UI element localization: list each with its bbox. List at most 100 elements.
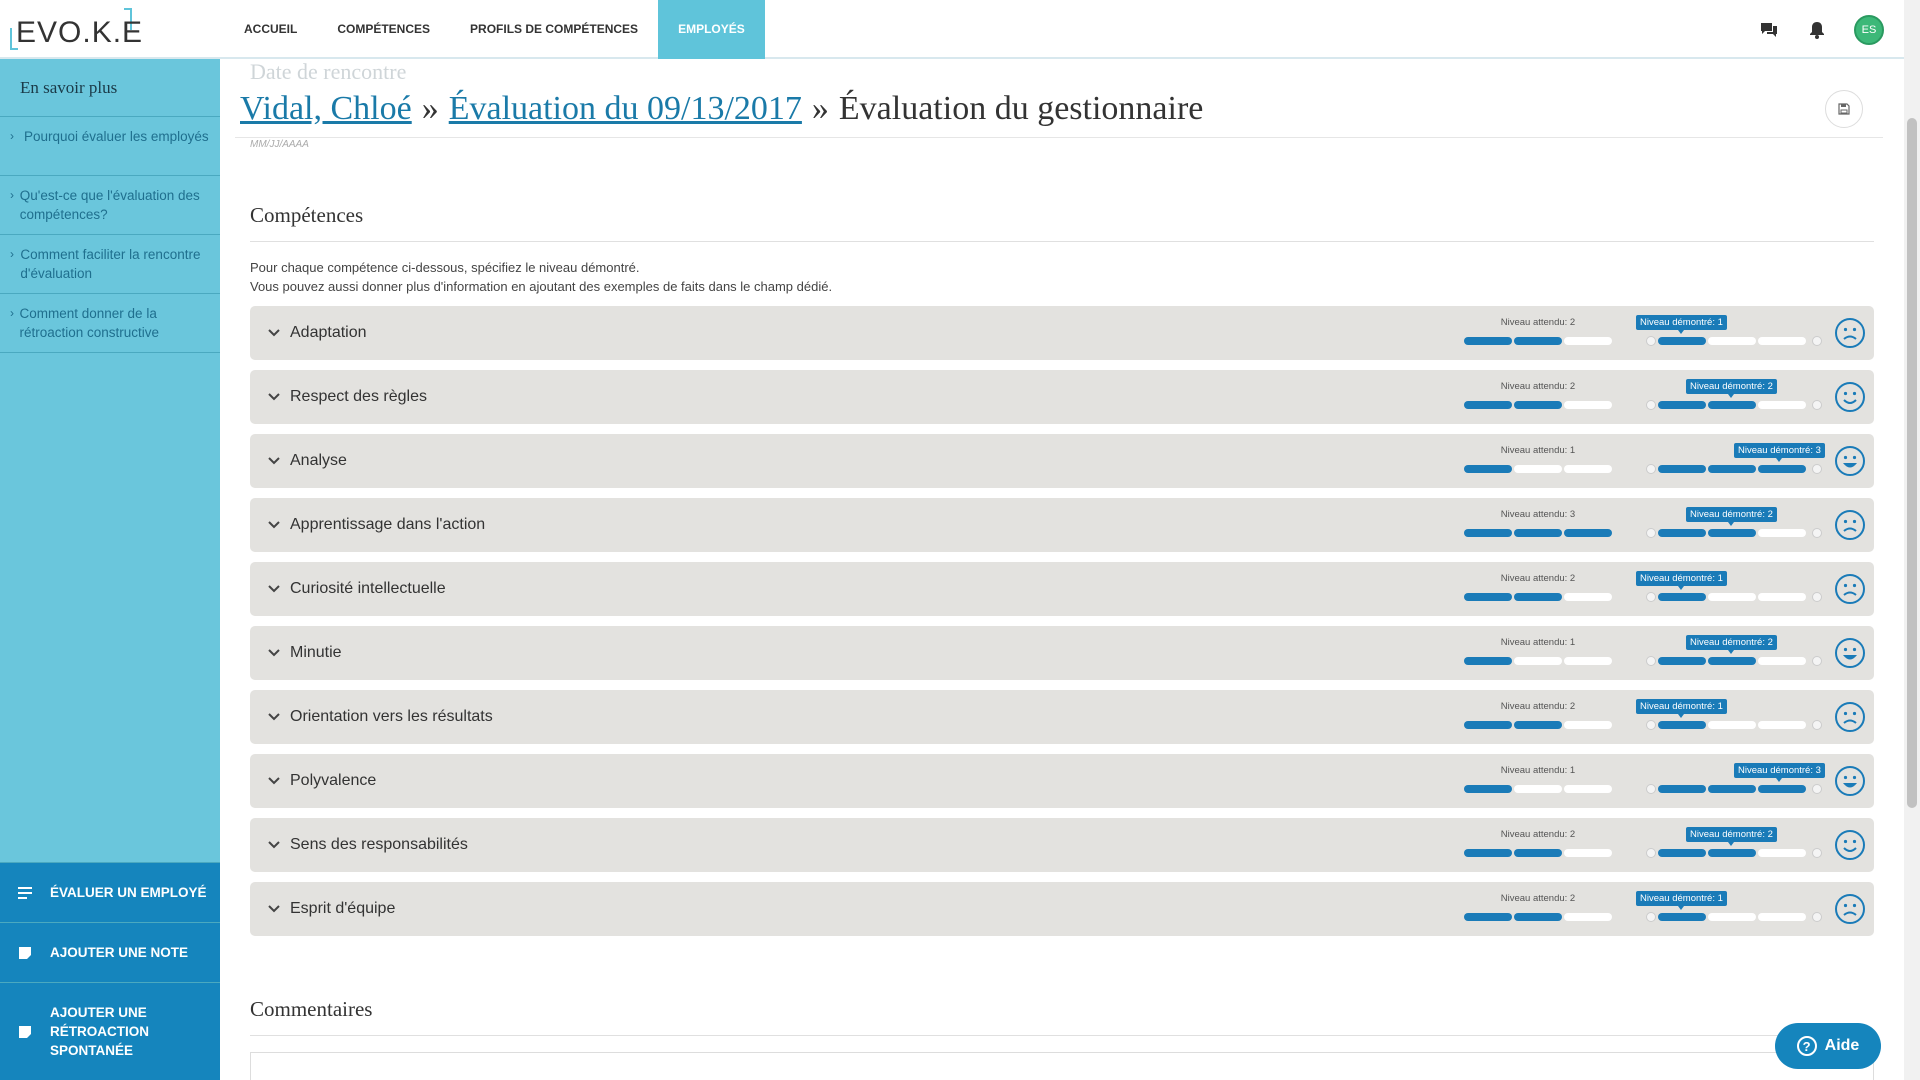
- chevron-down-icon[interactable]: [268, 387, 280, 407]
- demonstrated-level-slider[interactable]: Niveau démontré: 1: [1636, 690, 1826, 744]
- slider-max-dot[interactable]: [1812, 784, 1822, 794]
- comments-textarea[interactable]: [250, 1052, 1874, 1080]
- demonstrated-level-bar[interactable]: [1758, 721, 1806, 729]
- demonstrated-level-slider[interactable]: Niveau démontré: 1: [1636, 882, 1826, 936]
- slider-max-dot[interactable]: [1812, 720, 1822, 730]
- sidebar-link-faciliter-rencontre[interactable]: › Comment faciliter la rencontre d'évalu…: [0, 235, 220, 294]
- competence-row[interactable]: Esprit d'équipe Niveau attendu: 2 Niveau d…: [250, 882, 1874, 936]
- slider-min-dot[interactable]: [1646, 720, 1656, 730]
- slider-max-dot[interactable]: [1812, 464, 1822, 474]
- nav-profils-competences[interactable]: PROFILS DE COMPÉTENCES: [450, 0, 658, 59]
- demonstrated-level-bar[interactable]: [1758, 913, 1806, 921]
- demonstrated-level-bars[interactable]: [1658, 529, 1806, 537]
- slider-min-dot[interactable]: [1646, 400, 1656, 410]
- slider-min-dot[interactable]: [1646, 656, 1656, 666]
- sidebar-link-evaluation-competences[interactable]: › Qu'est-ce que l'évaluation des compéte…: [0, 176, 220, 235]
- slider-max-dot[interactable]: [1812, 336, 1822, 346]
- chevron-down-icon[interactable]: [268, 899, 280, 919]
- demonstrated-level-bars[interactable]: [1658, 721, 1806, 729]
- breadcrumb-employee-link[interactable]: Vidal, Chloé: [240, 90, 412, 128]
- evoke-logo[interactable]: EVO.K.E: [10, 8, 142, 50]
- competence-row[interactable]: Analyse Niveau attendu: 1 Niveau démontré:…: [250, 434, 1874, 488]
- demonstrated-level-slider[interactable]: Niveau démontré: 1: [1636, 306, 1826, 360]
- demonstrated-level-bar[interactable]: [1658, 593, 1706, 601]
- demonstrated-level-slider[interactable]: Niveau démontré: 3: [1646, 754, 1826, 808]
- demonstrated-level-slider[interactable]: Niveau démontré: 2: [1646, 498, 1826, 552]
- chevron-down-icon[interactable]: [268, 579, 280, 599]
- demonstrated-level-bar[interactable]: [1658, 657, 1706, 665]
- demonstrated-level-bar[interactable]: [1708, 849, 1756, 857]
- demonstrated-level-bar[interactable]: [1758, 401, 1806, 409]
- demonstrated-level-bar[interactable]: [1658, 401, 1706, 409]
- nav-accueil[interactable]: ACCUEIL: [224, 0, 317, 59]
- save-button[interactable]: [1825, 90, 1863, 128]
- demonstrated-level-bar[interactable]: [1658, 721, 1706, 729]
- demonstrated-level-bar[interactable]: [1708, 785, 1756, 793]
- demonstrated-level-bar[interactable]: [1708, 913, 1756, 921]
- demonstrated-level-bars[interactable]: [1658, 593, 1806, 601]
- chevron-down-icon[interactable]: [268, 515, 280, 535]
- demonstrated-level-slider[interactable]: Niveau démontré: 2: [1646, 818, 1826, 872]
- sidebar-link-pourquoi-evaluer[interactable]: › Pourquoi évaluer les employés: [0, 117, 220, 176]
- chat-icon[interactable]: [1758, 19, 1780, 41]
- nav-employes[interactable]: EMPLOYÉS: [658, 0, 765, 59]
- chevron-down-icon[interactable]: [268, 451, 280, 471]
- demonstrated-level-slider[interactable]: Niveau démontré: 1: [1636, 562, 1826, 616]
- competence-row[interactable]: Adaptation Niveau attendu: 2 Niveau démont…: [250, 306, 1874, 360]
- competence-row[interactable]: Curiosité intellectuelle Niveau attendu: …: [250, 562, 1874, 616]
- demonstrated-level-slider[interactable]: Niveau démontré: 2: [1646, 370, 1826, 424]
- competence-row[interactable]: Minutie Niveau attendu: 1 Niveau démontré:…: [250, 626, 1874, 680]
- demonstrated-level-bar[interactable]: [1758, 337, 1806, 345]
- demonstrated-level-bar[interactable]: [1708, 593, 1756, 601]
- demonstrated-level-bar[interactable]: [1658, 529, 1706, 537]
- demonstrated-level-bars[interactable]: [1658, 785, 1806, 793]
- help-button[interactable]: ? Aide: [1775, 1023, 1881, 1069]
- demonstrated-level-bars[interactable]: [1658, 465, 1806, 473]
- chevron-down-icon[interactable]: [268, 707, 280, 727]
- slider-min-dot[interactable]: [1646, 464, 1656, 474]
- demonstrated-level-slider[interactable]: Niveau démontré: 3: [1646, 434, 1826, 488]
- demonstrated-level-bar[interactable]: [1708, 465, 1756, 473]
- competence-row[interactable]: Sens des responsabilités Niveau attendu: …: [250, 818, 1874, 872]
- demonstrated-level-bar[interactable]: [1758, 593, 1806, 601]
- demonstrated-level-bar[interactable]: [1758, 465, 1806, 473]
- slider-min-dot[interactable]: [1646, 528, 1656, 538]
- demonstrated-level-bar[interactable]: [1708, 337, 1756, 345]
- nav-competences[interactable]: COMPÉTENCES: [317, 0, 450, 59]
- demonstrated-level-bar[interactable]: [1708, 529, 1756, 537]
- demonstrated-level-bars[interactable]: [1658, 849, 1806, 857]
- breadcrumb-evaluation-link[interactable]: Évaluation du 09/13/2017: [449, 90, 802, 128]
- demonstrated-level-bar[interactable]: [1758, 785, 1806, 793]
- demonstrated-level-bars[interactable]: [1658, 657, 1806, 665]
- chevron-down-icon[interactable]: [268, 323, 280, 343]
- competence-row[interactable]: Polyvalence Niveau attendu: 1 Niveau démon…: [250, 754, 1874, 808]
- demonstrated-level-bar[interactable]: [1658, 465, 1706, 473]
- demonstrated-level-bar[interactable]: [1658, 337, 1706, 345]
- demonstrated-level-bar[interactable]: [1758, 849, 1806, 857]
- slider-min-dot[interactable]: [1646, 912, 1656, 922]
- competence-row[interactable]: Orientation vers les résultats Niveau att…: [250, 690, 1874, 744]
- slider-max-dot[interactable]: [1812, 528, 1822, 538]
- slider-min-dot[interactable]: [1646, 592, 1656, 602]
- demonstrated-level-bar[interactable]: [1758, 657, 1806, 665]
- user-avatar[interactable]: ES: [1854, 14, 1884, 45]
- demonstrated-level-bars[interactable]: [1658, 401, 1806, 409]
- bell-icon[interactable]: [1806, 19, 1828, 41]
- demonstrated-level-bars[interactable]: [1658, 337, 1806, 345]
- demonstrated-level-bar[interactable]: [1658, 913, 1706, 921]
- demonstrated-level-bar[interactable]: [1708, 721, 1756, 729]
- ajouter-retroaction-button[interactable]: AJOUTER UNE RÉTROACTION SPONTANÉE: [0, 982, 220, 1080]
- competence-row[interactable]: Respect des règles Niveau attendu: 2 Nivea…: [250, 370, 1874, 424]
- demonstrated-level-bars[interactable]: [1658, 913, 1806, 921]
- demonstrated-level-bar[interactable]: [1658, 785, 1706, 793]
- chevron-down-icon[interactable]: [268, 771, 280, 791]
- slider-min-dot[interactable]: [1646, 784, 1656, 794]
- demonstrated-level-bar[interactable]: [1708, 401, 1756, 409]
- evaluer-employe-button[interactable]: ÉVALUER UN EMPLOYÉ: [0, 862, 220, 922]
- slider-min-dot[interactable]: [1646, 336, 1656, 346]
- slider-max-dot[interactable]: [1812, 592, 1822, 602]
- slider-max-dot[interactable]: [1812, 912, 1822, 922]
- slider-max-dot[interactable]: [1812, 848, 1822, 858]
- demonstrated-level-bar[interactable]: [1758, 529, 1806, 537]
- ajouter-note-button[interactable]: AJOUTER UNE NOTE: [0, 922, 220, 982]
